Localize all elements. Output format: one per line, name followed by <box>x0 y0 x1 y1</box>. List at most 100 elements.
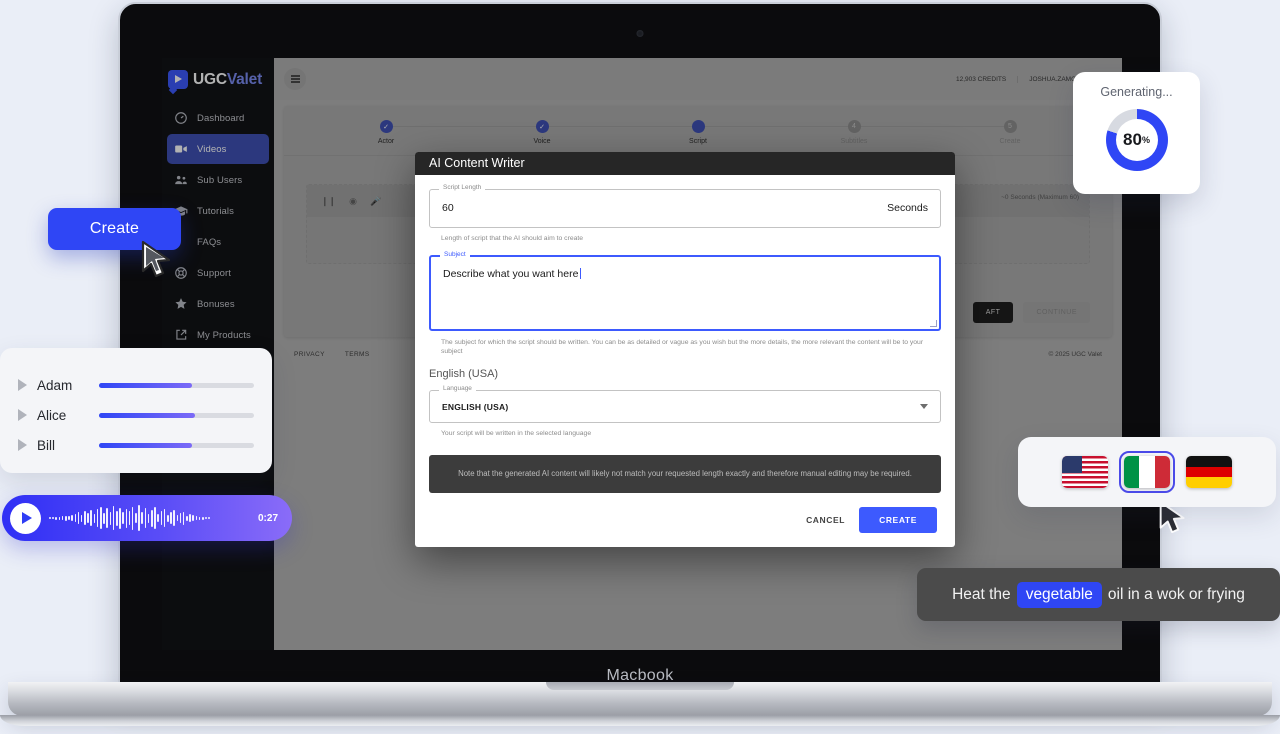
play-icon[interactable] <box>10 502 41 534</box>
step-create[interactable]: 5 Create <box>932 120 1088 145</box>
step-connector <box>698 126 854 127</box>
mic-icon[interactable]: 🎤 <box>370 196 381 207</box>
step-script[interactable]: Script <box>620 120 854 145</box>
ai-content-writer-dialog: AI Content Writer Script Length 60 Secon… <box>415 152 955 547</box>
language-help: Your script will be written in the selec… <box>441 430 592 438</box>
sidebar-label: FAQs <box>197 236 222 248</box>
list-item[interactable]: Bill <box>18 430 254 460</box>
text-caret <box>580 268 582 280</box>
cursor-arrow-icon <box>140 240 174 280</box>
dialog-title: AI Content Writer <box>415 152 955 175</box>
continue-button[interactable]: CONTINUE <box>1023 302 1090 323</box>
voice-progress-fill <box>99 382 192 388</box>
users-icon <box>174 173 188 187</box>
voice-progress-track[interactable] <box>99 412 254 418</box>
step-connector <box>854 126 1010 127</box>
dialog-actions: CANCEL CREATE <box>415 493 955 547</box>
waveform[interactable] <box>49 505 250 531</box>
generating-title: Generating... <box>1100 85 1173 99</box>
resize-grip-icon[interactable] <box>930 320 937 328</box>
terms-link[interactable]: TERMS <box>345 351 370 358</box>
subject-value: Describe what you want here <box>443 268 579 281</box>
sidebar-label: My Products <box>197 329 251 341</box>
step-label: Actor <box>377 138 395 145</box>
step-label: Voice <box>533 138 551 145</box>
step-connector <box>542 126 698 127</box>
audio-player-overlay: 0:27 <box>2 495 292 541</box>
cancel-button[interactable]: CANCEL <box>806 515 845 525</box>
sidebar-item-bonuses[interactable]: Bonuses <box>167 289 269 319</box>
step-label: Create <box>999 138 1021 145</box>
topbar: 12,903 CREDITS JOSHUA.ZAMORA1@GMAI <box>274 58 1122 100</box>
sidebar-label: Dashboard <box>197 112 245 124</box>
logo-text-primary: UGC <box>193 70 227 88</box>
sidebar-item-sub-users[interactable]: Sub Users <box>167 165 269 195</box>
sidebar-item-tutorials[interactable]: Tutorials <box>167 196 269 226</box>
flag-band-white <box>1139 456 1155 488</box>
play-icon[interactable] <box>18 409 27 421</box>
step-subtitles[interactable]: 4 Subtitles <box>776 120 1010 145</box>
language-select[interactable]: Language ENGLISH (USA) <box>429 385 941 424</box>
subject-legend: Subject <box>440 251 470 259</box>
video-camera-icon <box>174 142 188 156</box>
step-dot: ✓ <box>535 120 549 133</box>
language-heading: English (USA) <box>429 368 499 381</box>
laptop-base <box>8 682 1272 716</box>
progress-center: 80% <box>1115 119 1158 161</box>
flag-band-black <box>1186 456 1232 467</box>
step-label: Subtitles <box>840 138 868 145</box>
pause-icon[interactable]: ❙❙ <box>321 196 336 207</box>
copyright: © 2025 UGC Valet <box>1048 351 1102 358</box>
sidebar-item-my-products[interactable]: My Products <box>167 320 269 350</box>
step-voice[interactable]: ✓ Voice <box>464 120 698 145</box>
progress-value: 80 <box>1123 130 1142 149</box>
hamburger-icon[interactable] <box>284 68 306 90</box>
flag-band-gold <box>1186 477 1232 488</box>
app-logo[interactable]: UGCValet <box>162 58 274 89</box>
step-dot: 5 <box>1003 120 1017 133</box>
voice-progress-track[interactable] <box>99 382 254 388</box>
language-value: ENGLISH (USA) <box>442 401 509 412</box>
dialog-body: Script Length 60 Seconds Length of scrip… <box>415 175 955 493</box>
subject-help: The subject for which the script should … <box>441 339 924 356</box>
step-dot: ✓ <box>379 120 393 133</box>
play-icon[interactable] <box>18 439 27 451</box>
germany-flag[interactable] <box>1186 456 1232 488</box>
app-logo-text: UGCValet <box>193 71 262 89</box>
record-icon[interactable]: ◉ <box>349 196 357 207</box>
voice-progress-fill <box>99 412 196 418</box>
sidebar-item-faqs[interactable]: FAQs <box>167 227 269 257</box>
script-length-unit: Seconds <box>887 202 928 215</box>
script-length-field[interactable]: Script Length 60 Seconds <box>429 183 941 228</box>
sidebar-label: Sub Users <box>197 174 243 186</box>
step-dot <box>691 120 705 133</box>
sidebar-item-support[interactable]: Support <box>167 258 269 288</box>
voice-progress-track[interactable] <box>99 442 254 448</box>
list-item[interactable]: Adam <box>18 370 254 400</box>
chevron-down-icon <box>920 404 928 410</box>
create-button[interactable]: CREATE <box>859 507 937 533</box>
subject-textarea[interactable]: Subject Describe what you want here <box>429 251 941 332</box>
caption-overlay: Heat the vegetable oil in a wok or fryin… <box>917 568 1280 621</box>
save-draft-button[interactable]: AFT <box>972 302 1014 323</box>
percent-sign: % <box>1141 135 1150 145</box>
sidebar-item-videos[interactable]: Videos <box>167 134 269 164</box>
script-length-value: 60 <box>442 202 454 215</box>
dashboard-icon <box>174 111 188 125</box>
caption-before: Heat the <box>952 585 1011 603</box>
sidebar-label: Support <box>197 267 231 279</box>
list-item[interactable]: Alice <box>18 400 254 430</box>
italy-flag[interactable] <box>1119 451 1175 493</box>
laptop-base-lip <box>0 715 1280 726</box>
play-bubble-icon <box>168 70 188 89</box>
sidebar-label: Videos <box>197 143 227 155</box>
length-notice: Note that the generated AI content will … <box>429 454 941 493</box>
sidebar-item-dashboard[interactable]: Dashboard <box>167 103 269 133</box>
voice-name: Adam <box>37 377 73 393</box>
united-states-flag[interactable] <box>1062 456 1108 488</box>
webcam-dot <box>636 30 644 37</box>
step-actor[interactable]: ✓ Actor <box>308 120 542 145</box>
play-icon[interactable] <box>18 379 27 391</box>
voice-list-overlay: Adam Alice Bill <box>0 348 272 473</box>
privacy-link[interactable]: PRIVACY <box>294 351 325 358</box>
